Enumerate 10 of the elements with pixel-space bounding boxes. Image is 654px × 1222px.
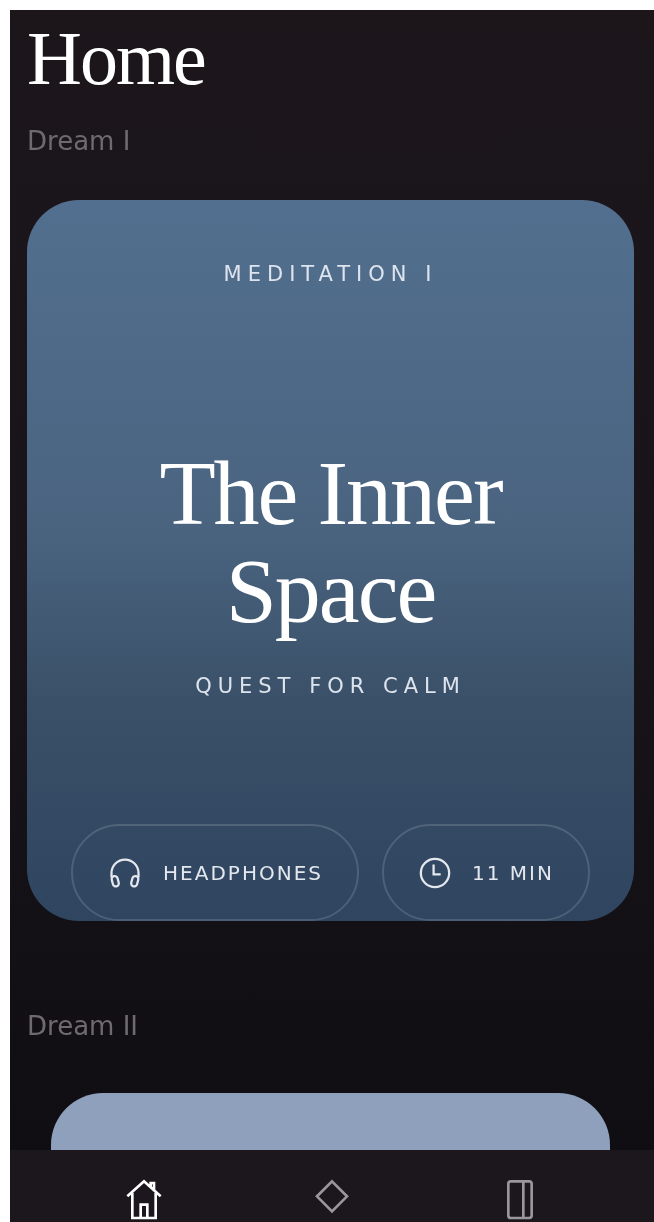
section-heading: Dream II <box>27 1011 139 1041</box>
section-heading: Dream I <box>27 126 132 156</box>
card-title: The Inner Space <box>158 444 504 640</box>
page-title: Home <box>27 18 206 98</box>
card-subtitle: QUEST FOR CALM <box>195 674 466 698</box>
card-eyebrow: MEDITATION I <box>223 262 438 286</box>
clock-icon <box>418 855 452 890</box>
chip-label: HEADPHONES <box>163 860 323 885</box>
meditation-card[interactable]: MEDITATION I The Inner Space QUEST FOR CALM HEADPHONES 11 MIN <box>27 200 634 921</box>
chip-label: 11 MIN <box>472 860 554 885</box>
